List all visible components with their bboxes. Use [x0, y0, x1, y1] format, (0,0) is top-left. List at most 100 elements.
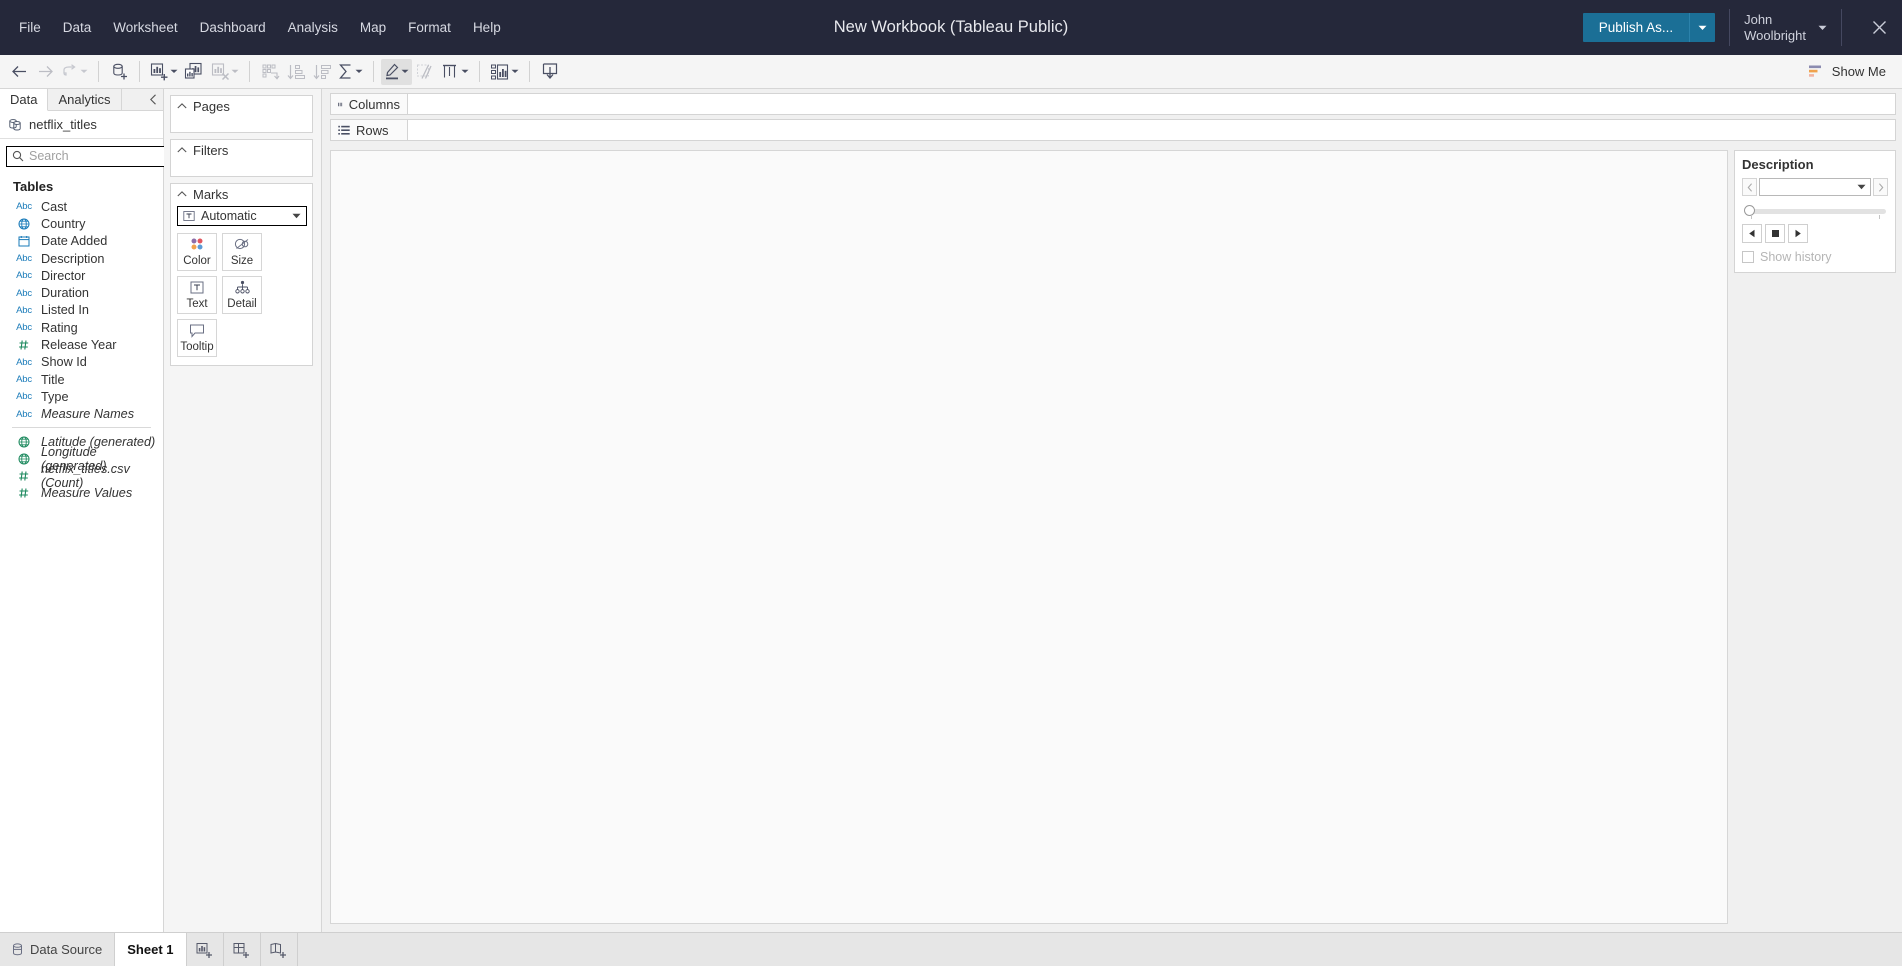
menu-item-worksheet[interactable]: Worksheet	[102, 15, 188, 40]
duplicate-sheet-button[interactable]	[181, 59, 208, 85]
menu-item-format[interactable]: Format	[397, 15, 462, 40]
pages-field-select[interactable]	[1759, 178, 1871, 196]
view-canvas[interactable]	[330, 150, 1728, 924]
close-window-button[interactable]	[1856, 0, 1902, 55]
hash-icon	[14, 339, 34, 351]
pages-stop-button[interactable]	[1765, 224, 1785, 243]
field-type[interactable]: Abc Type	[0, 388, 163, 405]
presentation-mode-button[interactable]	[537, 59, 563, 85]
pages-step-back-button[interactable]	[1742, 224, 1762, 243]
field-show-id[interactable]: Abc Show Id	[0, 354, 163, 371]
marks-text-button[interactable]: Text	[177, 276, 217, 314]
menu-item-map[interactable]: Map	[349, 15, 397, 40]
back-button[interactable]	[6, 59, 32, 85]
field-country[interactable]: Country	[0, 215, 163, 232]
field-listed-in[interactable]: Abc Listed In	[0, 302, 163, 319]
new-worksheet-button[interactable]	[147, 59, 181, 85]
field-description[interactable]: Abc Description	[0, 250, 163, 267]
sheet-tabs-bar: Data Source Sheet 1	[0, 932, 1902, 966]
mark-type-dropdown[interactable]: Automatic	[177, 206, 307, 226]
rows-shelf-label: Rows	[356, 122, 389, 138]
menu-item-help[interactable]: Help	[462, 15, 512, 40]
collapse-data-pane-button[interactable]	[143, 89, 163, 110]
duplicate-sheet-icon	[184, 62, 202, 79]
new-worksheet-tab-button[interactable]	[187, 933, 224, 966]
new-dashboard-icon	[233, 942, 249, 958]
field-release-year[interactable]: Release Year	[0, 336, 163, 353]
new-worksheet-icon	[196, 942, 212, 958]
highlight-button[interactable]	[381, 58, 412, 85]
columns-shelf-dropzone[interactable]	[408, 93, 1896, 115]
tab-data-source[interactable]: Data Source	[0, 933, 116, 966]
fit-button[interactable]	[438, 59, 472, 85]
main-area: Data Analytics netflix_titles Search Tab…	[0, 89, 1902, 932]
publish-dropdown-button[interactable]	[1689, 13, 1716, 42]
field-director[interactable]: Abc Director	[0, 267, 163, 284]
right-card-column: Description Show history	[1734, 150, 1896, 924]
rows-shelf-dropzone[interactable]	[408, 119, 1896, 141]
show-hide-cards-button[interactable]	[487, 59, 522, 85]
toolbar-divider	[529, 61, 530, 82]
field-rating[interactable]: Abc Rating	[0, 319, 163, 336]
abc-icon: Abc	[16, 374, 32, 386]
user-account-menu[interactable]: John Woolbright	[1744, 12, 1827, 44]
pages-card-title: Pages	[193, 98, 230, 114]
group-members-icon	[417, 64, 432, 79]
clear-sheet-button[interactable]	[208, 59, 242, 85]
new-data-source-button[interactable]	[106, 59, 132, 85]
fields-list[interactable]: Tables Abc Cast Country Date Added Abc D…	[0, 173, 163, 932]
pages-next-button[interactable]	[1873, 178, 1888, 196]
pages-play-button[interactable]	[1788, 224, 1808, 243]
tab-sheet-1[interactable]: Sheet 1	[115, 933, 187, 966]
new-story-tab-button[interactable]	[261, 933, 298, 966]
field-date-added[interactable]: Date Added	[0, 233, 163, 250]
new-dashboard-tab-button[interactable]	[224, 933, 261, 966]
field-duration[interactable]: Abc Duration	[0, 284, 163, 301]
toolbar-divider	[139, 61, 140, 82]
group-members-button[interactable]	[412, 59, 438, 85]
menu-item-data[interactable]: Data	[52, 15, 103, 40]
show-me-label: Show Me	[1831, 64, 1886, 79]
marks-card-header[interactable]: Marks	[171, 184, 312, 204]
tab-data[interactable]: Data	[0, 89, 49, 111]
marks-card-title: Marks	[193, 186, 229, 202]
cards-column: Pages Filters Marks Automatic Color Size…	[164, 89, 322, 932]
marks-color-button[interactable]: Color	[177, 233, 217, 271]
undo-redo-button[interactable]	[58, 59, 91, 85]
marks-tooltip-button[interactable]: Tooltip	[177, 319, 217, 357]
marks-size-button[interactable]: Size	[222, 233, 262, 271]
menu-item-dashboard[interactable]: Dashboard	[189, 15, 277, 40]
sort-ascending-icon	[287, 64, 305, 79]
forward-button[interactable]	[32, 59, 58, 85]
marks-detail-button[interactable]: Detail	[222, 276, 262, 314]
sort-ascending-button[interactable]	[283, 59, 309, 85]
chevron-down-icon	[355, 69, 363, 73]
menu-item-file[interactable]: File	[8, 15, 52, 40]
pages-slider-thumb[interactable]	[1744, 205, 1755, 216]
field-cast[interactable]: Abc Cast	[0, 198, 163, 215]
filters-card-title: Filters	[193, 142, 229, 158]
menu-item-analysis[interactable]: Analysis	[277, 15, 349, 40]
pages-playback-controls	[1742, 224, 1888, 243]
pages-slider[interactable]	[1744, 204, 1886, 219]
totals-button[interactable]	[335, 59, 366, 85]
pages-card-header[interactable]: Pages	[171, 96, 312, 116]
show-me-button[interactable]: Show Me	[1798, 59, 1896, 85]
clear-sheet-icon	[211, 63, 230, 81]
field-netflix-titles-count[interactable]: netflix_titles.csv (Count)	[0, 462, 163, 490]
filters-card-header[interactable]: Filters	[171, 140, 312, 160]
sort-descending-button[interactable]	[309, 59, 335, 85]
field-title[interactable]: Abc Title	[0, 371, 163, 388]
globe-icon	[14, 453, 34, 465]
sort-descending-icon	[313, 64, 331, 79]
abc-icon: Abc	[16, 270, 32, 282]
tab-analytics[interactable]: Analytics	[48, 89, 122, 110]
show-history-row[interactable]: Show history	[1742, 250, 1888, 264]
field-measure-names[interactable]: Abc Measure Names	[0, 406, 163, 423]
data-source-item[interactable]: netflix_titles	[0, 111, 163, 139]
swap-rows-columns-button[interactable]	[257, 59, 283, 85]
show-history-checkbox[interactable]	[1742, 251, 1754, 263]
pages-prev-button[interactable]	[1742, 178, 1757, 196]
fields-divider	[12, 426, 151, 428]
publish-as-button[interactable]: Publish As...	[1582, 13, 1690, 42]
